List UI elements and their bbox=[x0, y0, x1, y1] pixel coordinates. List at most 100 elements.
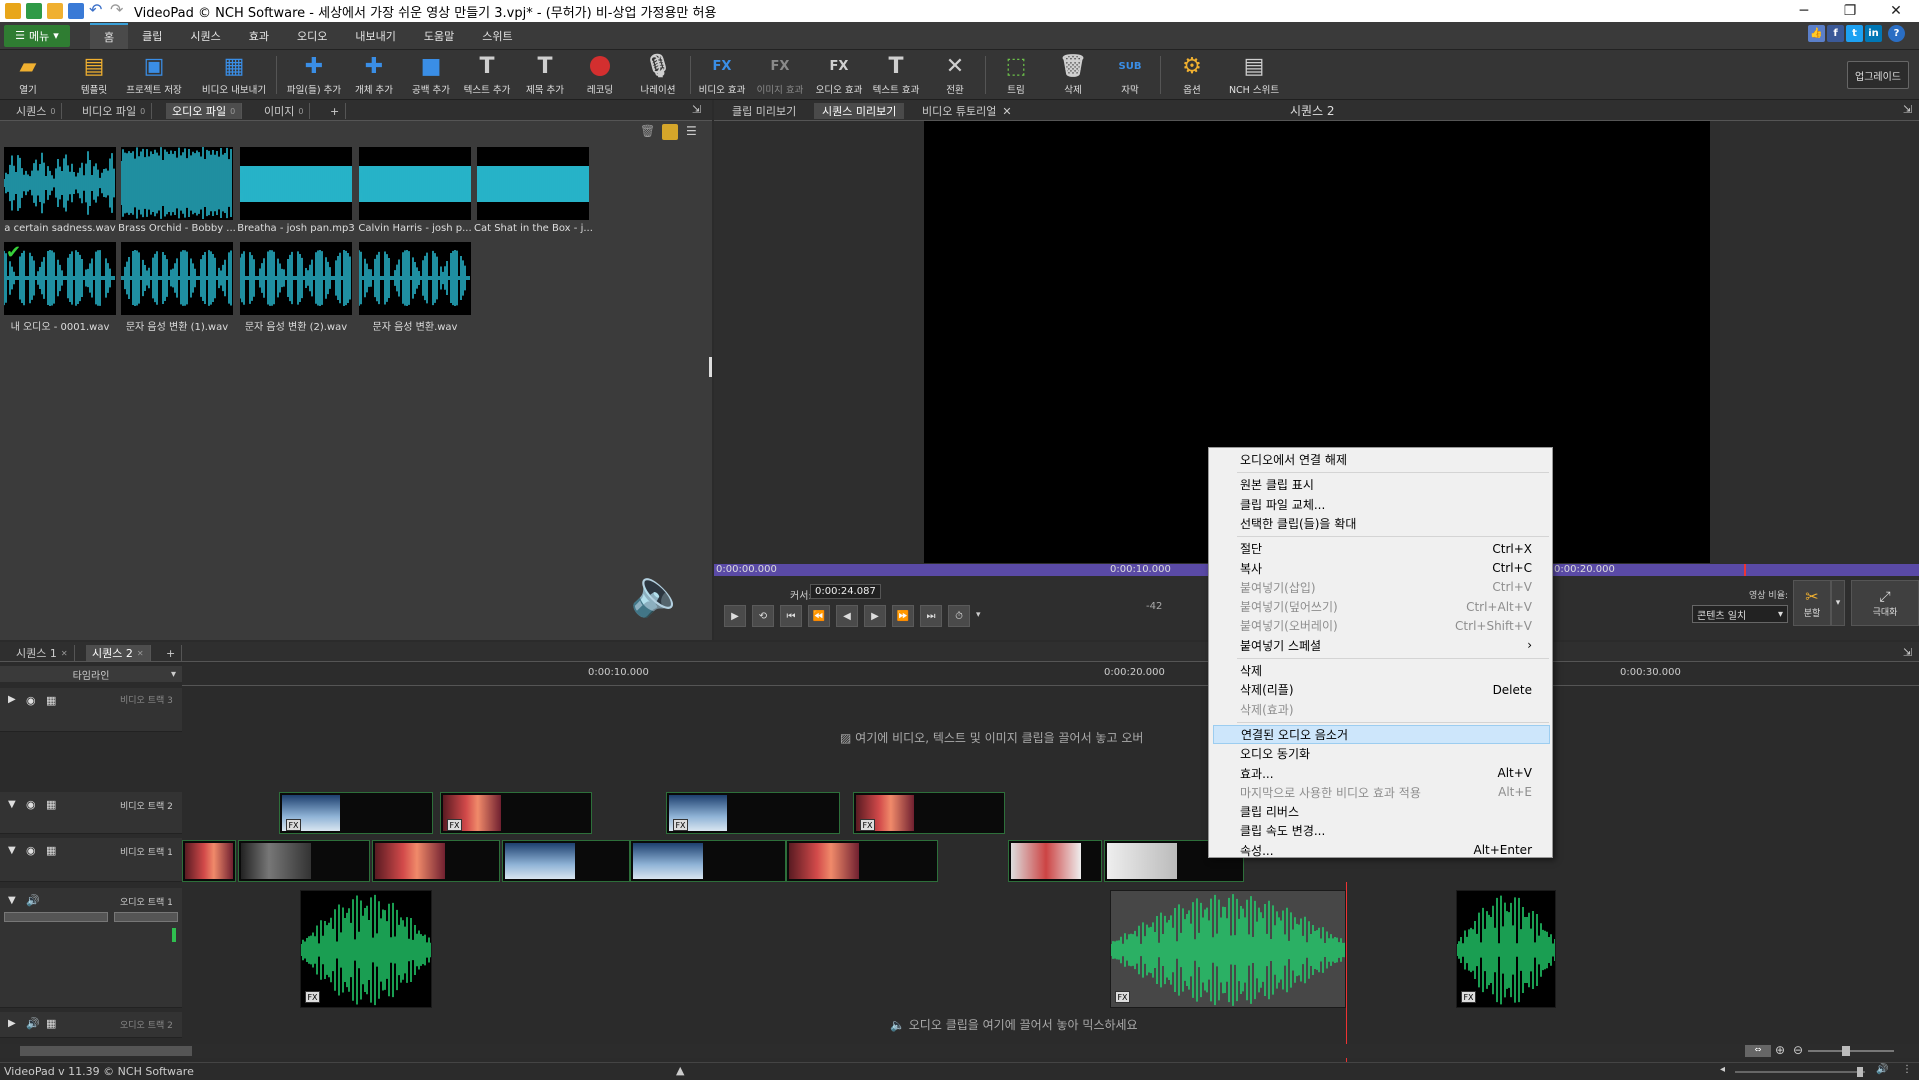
bin-tab-video-files[interactable]: 비디오 파일 0 bbox=[76, 103, 153, 119]
save-project-button[interactable]: ▣ 프로젝트 저장 bbox=[124, 52, 184, 98]
timeline-video-clip[interactable] bbox=[502, 840, 630, 882]
speaker-icon[interactable]: 🔊 bbox=[26, 894, 40, 907]
master-volume-slider[interactable] bbox=[1735, 1067, 1865, 1077]
image-effects-button[interactable]: FX 이미지 효과 bbox=[755, 52, 805, 98]
context-menu-item[interactable]: 원본 클립 표시 bbox=[1213, 475, 1550, 494]
collapse-arrow-icon[interactable]: ▼ bbox=[8, 799, 16, 810]
timeline-audio-clip[interactable]: FX bbox=[1110, 890, 1346, 1008]
track-pan-slider[interactable] bbox=[114, 912, 178, 922]
menu-tab-effects[interactable]: 효과 bbox=[235, 23, 283, 49]
play-button[interactable]: ▶ bbox=[724, 605, 746, 627]
timeline-video-clip[interactable] bbox=[630, 840, 786, 882]
aspect-ratio-select[interactable]: 콘텐츠 일치 ▾ bbox=[1692, 605, 1788, 623]
redo-icon[interactable]: ↷ bbox=[110, 2, 126, 19]
open-button[interactable]: ▰ 열기 bbox=[8, 52, 48, 98]
timeline-tab-sequence2[interactable]: 시퀀스 2 ✕ bbox=[86, 645, 151, 661]
clip-fx-icon[interactable]: FX bbox=[305, 991, 320, 1003]
nch-suite-button[interactable]: ▤ NCH 스위트 bbox=[1226, 52, 1282, 98]
menu-tab-export[interactable]: 내보내기 bbox=[341, 23, 409, 49]
subtitle-button[interactable]: SUB 자막 bbox=[1112, 52, 1148, 98]
transition-button[interactable]: ✕ 전환 bbox=[937, 52, 973, 98]
zoom-slider-thumb[interactable] bbox=[1842, 1046, 1850, 1056]
add-blank-button[interactable]: ■ 공백 추가 bbox=[408, 52, 454, 98]
collapse-arrow-icon[interactable]: ▼ bbox=[8, 845, 16, 856]
undock-icon[interactable]: ⇲ bbox=[1903, 646, 1912, 659]
clip-fx-icon[interactable]: FX bbox=[1461, 991, 1476, 1003]
context-menu-item[interactable]: 복사 Ctrl+C bbox=[1213, 559, 1550, 578]
context-menu-item[interactable]: 오디오에서 연결 해제 bbox=[1213, 450, 1550, 469]
timeline-video-clip[interactable]: FX bbox=[853, 792, 1005, 834]
undock-icon[interactable]: ⇲ bbox=[692, 103, 701, 116]
audio-thumbnail[interactable] bbox=[121, 242, 233, 315]
timeline-video-clip[interactable] bbox=[786, 840, 938, 882]
options-button[interactable]: ⚙ 옵션 bbox=[1172, 52, 1212, 98]
track-group-icon[interactable]: ▦ bbox=[46, 1017, 56, 1030]
timeline-tab-sequence1[interactable]: 시퀀스 1 ✕ bbox=[10, 645, 75, 661]
context-menu-item[interactable]: 붙여넣기(오버레이) Ctrl+Shift+V bbox=[1213, 616, 1550, 635]
timeline-video-clip[interactable] bbox=[238, 840, 370, 882]
previous-clip-button[interactable]: ⏪ bbox=[808, 605, 830, 627]
help-icon[interactable]: ? bbox=[1888, 25, 1905, 42]
bin-tab-images[interactable]: 이미지 0 bbox=[258, 103, 311, 119]
minimize-button[interactable]: ─ bbox=[1781, 0, 1827, 22]
close-button[interactable]: ✕ bbox=[1873, 0, 1919, 22]
context-menu-item[interactable]: 붙여넣기(덮어쓰기) Ctrl+Alt+V bbox=[1213, 597, 1550, 616]
collapse-arrow-icon[interactable]: ▼ bbox=[8, 895, 16, 906]
playhead-marker[interactable] bbox=[1744, 564, 1746, 576]
timeline-ruler[interactable]: 0:00:10.000 0:00:20.000 0:00:30.000 bbox=[182, 664, 1919, 686]
audio-thumbnail[interactable] bbox=[359, 147, 471, 220]
trim-button[interactable]: ⬚ 트림 bbox=[996, 52, 1036, 98]
context-menu-item[interactable]: 클립 속도 변경... bbox=[1213, 821, 1550, 840]
main-menu-button[interactable]: ☰ 메뉴 ▾ bbox=[4, 24, 70, 47]
close-tab-icon[interactable]: ✕ bbox=[1002, 105, 1011, 118]
tab-video-tutorial[interactable]: 비디오 튜토리얼 ✕ bbox=[914, 103, 1020, 119]
video-effects-button[interactable]: FX 비디오 효과 bbox=[697, 52, 747, 98]
bin-delete-icon[interactable]: 🗑 bbox=[640, 124, 656, 140]
bin-tab-sequences[interactable]: 시퀀스 0 bbox=[10, 103, 63, 119]
add-bin-tab-button[interactable]: + bbox=[324, 103, 347, 119]
panel-splitter[interactable] bbox=[709, 357, 712, 377]
resize-grip-icon[interactable]: ⋮ bbox=[1902, 1064, 1912, 1075]
next-clip-button[interactable]: ⏩ bbox=[892, 605, 914, 627]
audio-thumbnail[interactable]: ✔ bbox=[4, 242, 116, 315]
upgrade-button[interactable]: 업그레이드 bbox=[1847, 61, 1909, 89]
zoom-in-icon[interactable]: ⊕ bbox=[1775, 1043, 1785, 1057]
text-effects-button[interactable]: T 텍스트 효과 bbox=[870, 52, 922, 98]
context-menu-item[interactable]: 붙여넣기(삽입) Ctrl+V bbox=[1213, 578, 1550, 597]
context-menu-item[interactable]: 클립 리버스 bbox=[1213, 802, 1550, 821]
bin-tab-audio-files[interactable]: 오디오 파일 0 bbox=[166, 103, 243, 119]
record-button[interactable]: 레코딩 bbox=[580, 52, 620, 98]
clip-fx-icon[interactable]: FX bbox=[673, 819, 688, 831]
timeline-video-clip[interactable] bbox=[372, 840, 500, 882]
clip-fx-icon[interactable]: FX bbox=[286, 819, 301, 831]
like-icon[interactable]: 👍 bbox=[1808, 25, 1825, 42]
timeline-video-clip[interactable] bbox=[1008, 840, 1102, 882]
tab-sequence-preview[interactable]: 시퀀스 미리보기 bbox=[814, 103, 905, 119]
template-button[interactable]: ▤ 템플릿 bbox=[72, 52, 116, 98]
volume-down-icon[interactable]: ◂ bbox=[1720, 1064, 1725, 1075]
speed-button[interactable]: ⏱ bbox=[948, 605, 970, 627]
maximize-button[interactable]: ❐ bbox=[1827, 0, 1873, 22]
delete-button[interactable]: 🗑 삭제 bbox=[1055, 52, 1091, 98]
export-video-button[interactable]: ▦ 비디오 내보내기 bbox=[201, 52, 267, 98]
context-menu-item[interactable]: 선택한 클립(들)을 확대 bbox=[1213, 514, 1550, 533]
timeline-scrollbar[interactable]: ⇔ ⊕ ⊖ bbox=[0, 1043, 1919, 1058]
twitter-icon[interactable]: t bbox=[1846, 25, 1863, 42]
zoom-out-icon[interactable]: ⊖ bbox=[1793, 1043, 1803, 1057]
new-project-icon[interactable] bbox=[26, 3, 42, 19]
add-files-button[interactable]: ✚ 파일(들) 추가 bbox=[284, 52, 344, 98]
menu-tab-audio[interactable]: 오디오 bbox=[283, 23, 341, 49]
timeline-video-clip[interactable]: FX bbox=[279, 792, 433, 834]
audio-effects-button[interactable]: FX 오디오 효과 bbox=[813, 52, 865, 98]
zoom-fit-button[interactable]: ⇔ bbox=[1745, 1045, 1771, 1057]
tab-clip-preview[interactable]: 클립 미리보기 bbox=[724, 103, 804, 119]
volume-up-icon[interactable]: 🔊 bbox=[1876, 1064, 1888, 1075]
clip-fx-icon[interactable]: FX bbox=[447, 819, 462, 831]
bin-folder-icon[interactable] bbox=[662, 124, 678, 140]
speaker-icon[interactable]: 🔊 bbox=[26, 1017, 40, 1030]
audio-thumbnail[interactable] bbox=[359, 242, 471, 315]
zoom-slider[interactable] bbox=[1808, 1046, 1894, 1056]
chevron-down-icon[interactable]: ▾ bbox=[976, 610, 981, 620]
context-menu-item[interactable]: 효과... Alt+V bbox=[1213, 764, 1550, 783]
context-menu-item[interactable]: 삭제(효과) bbox=[1213, 700, 1550, 719]
